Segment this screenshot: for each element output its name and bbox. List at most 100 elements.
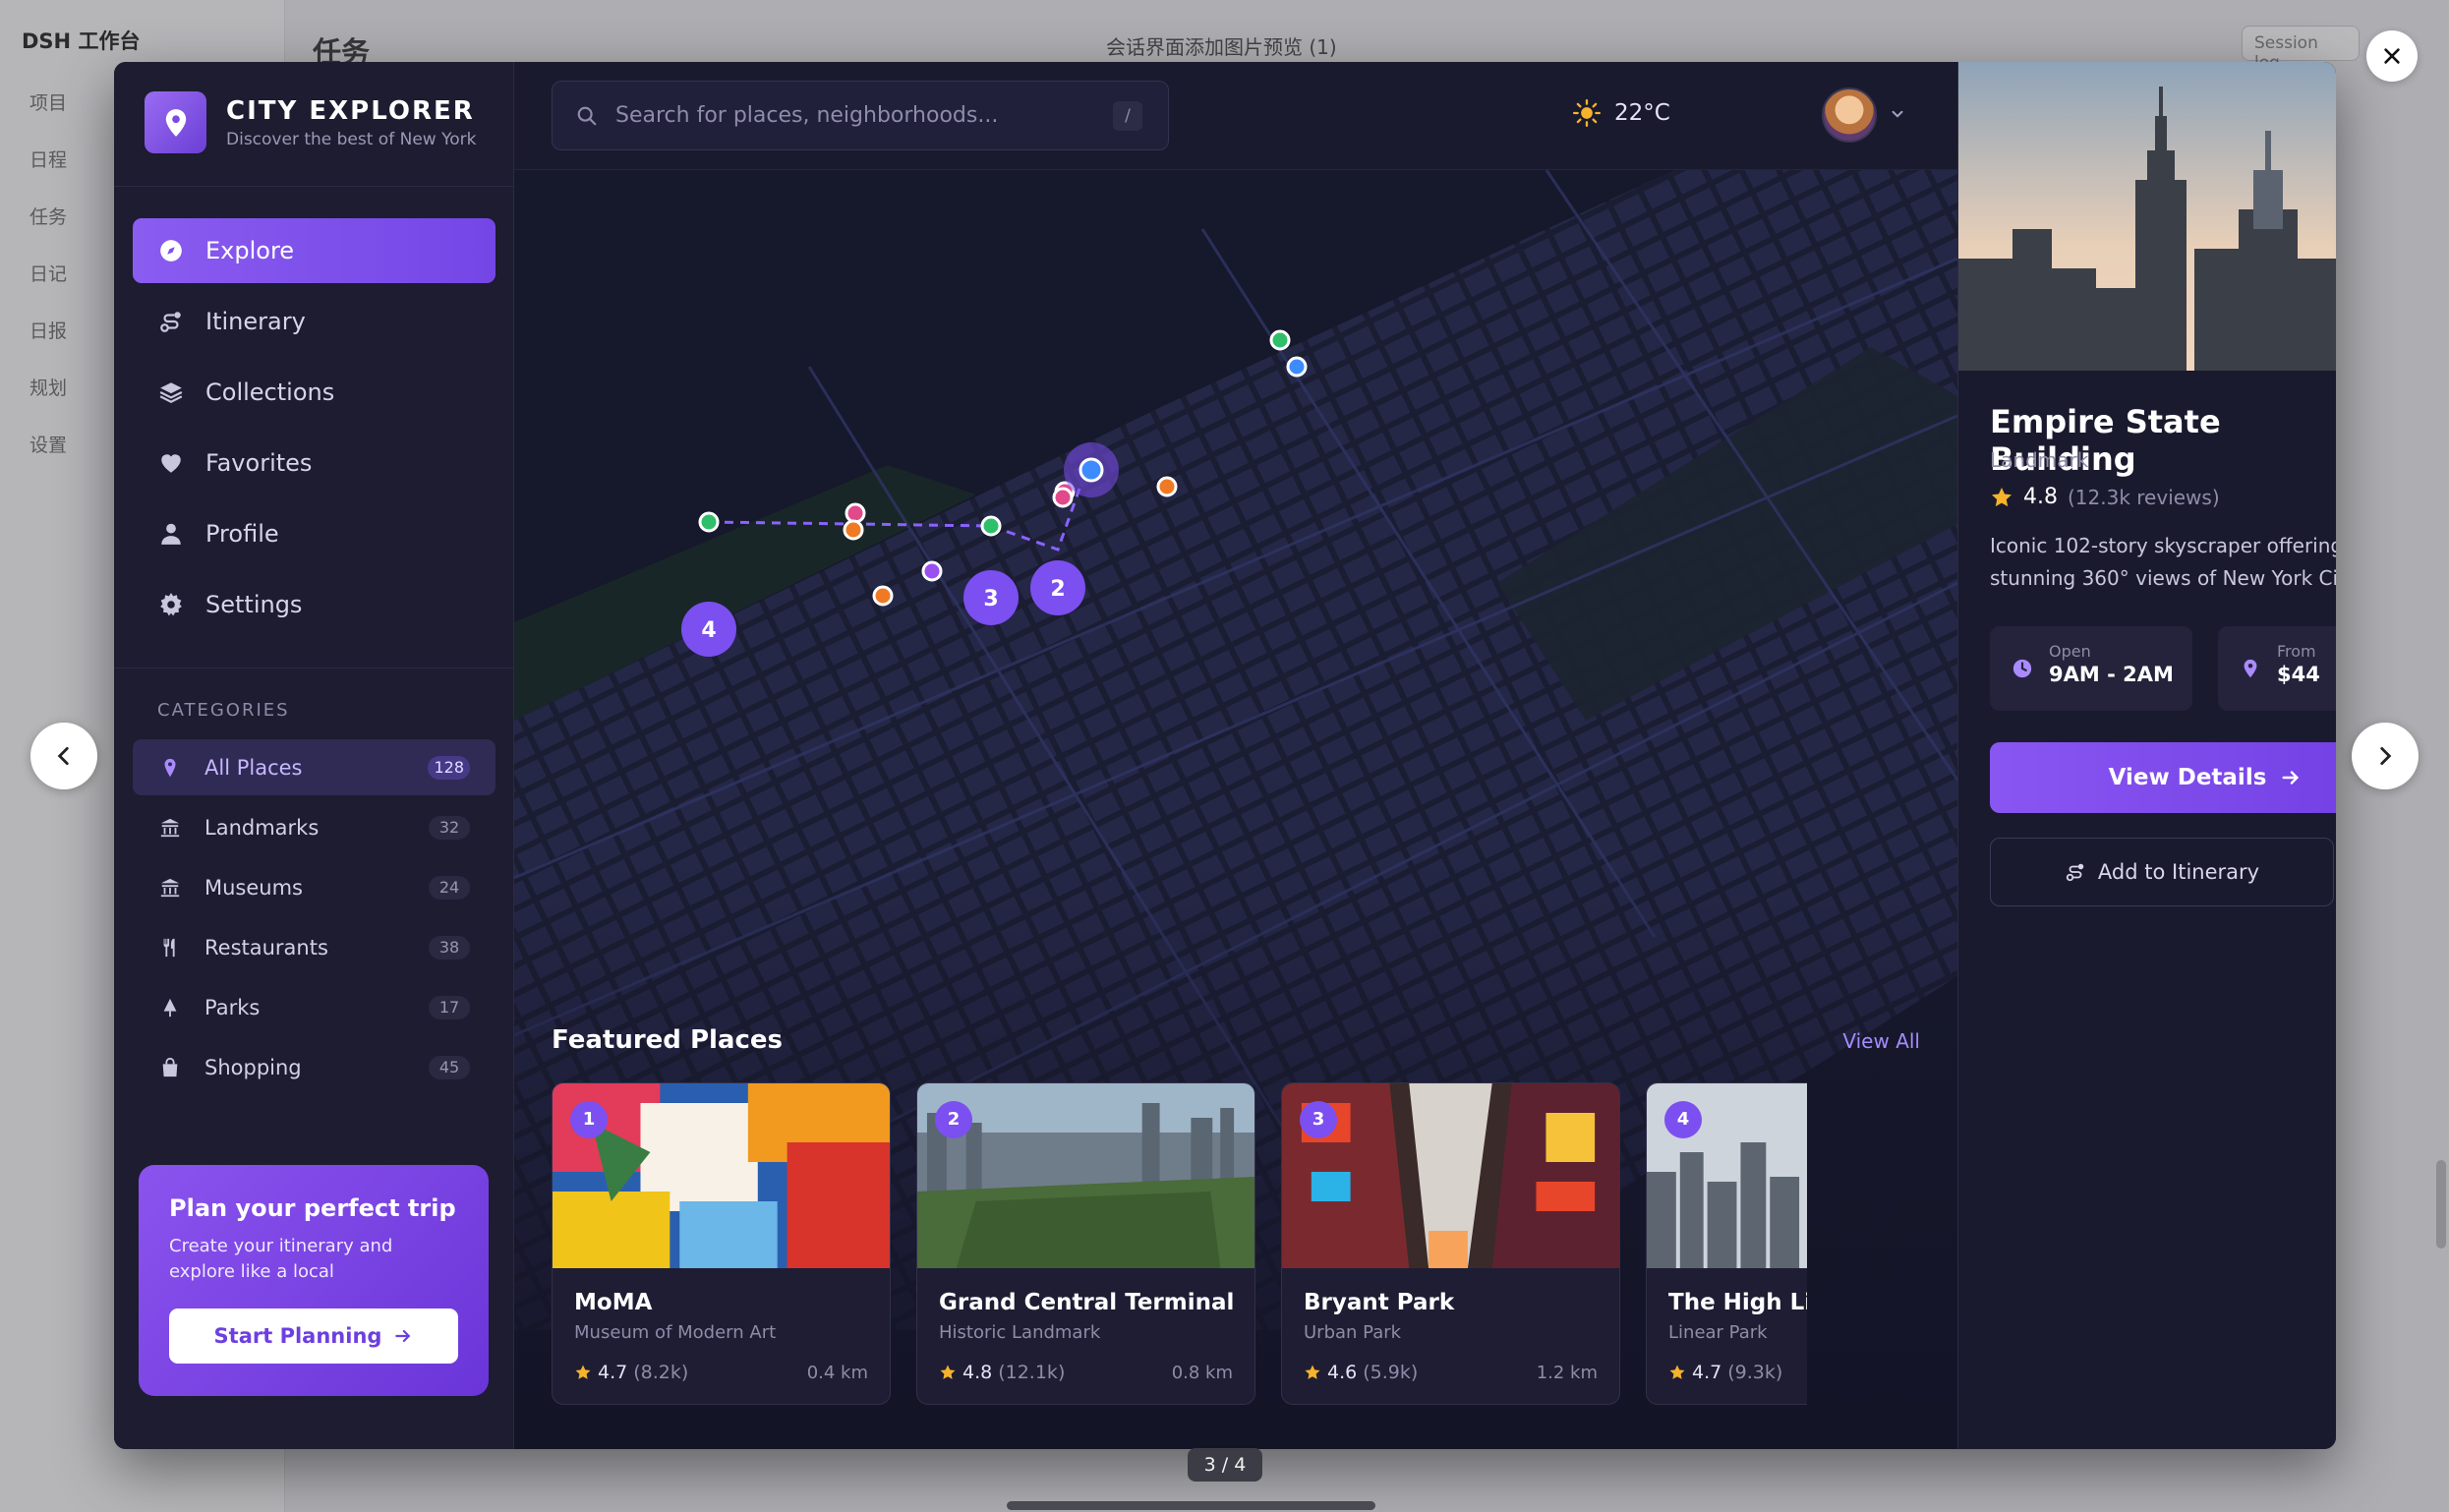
place-review-count: (12.3k reviews) [2068, 485, 2220, 509]
user-avatar[interactable] [1822, 87, 1877, 143]
selected-map-marker [1079, 457, 1104, 483]
search-icon [577, 106, 597, 125]
nav-item-label: Itinerary [205, 308, 306, 335]
card-rating: 4.6 (5.9k) [1304, 1362, 1418, 1383]
arrow-right-icon [395, 1329, 411, 1343]
close-icon [2384, 48, 2400, 64]
card-review-count: (9.3k) [1727, 1362, 1783, 1383]
nav-item-label: Favorites [205, 449, 313, 477]
horizontal-scrollbar[interactable] [1007, 1501, 1375, 1510]
gear-icon [160, 593, 182, 616]
sidebar-divider [114, 668, 514, 669]
featured-card[interactable]: 2 Grand Central Terminal Historic Landma… [916, 1082, 1255, 1405]
map-marker [1286, 356, 1308, 378]
category-item-shopping[interactable]: Shopping 45 [133, 1039, 496, 1095]
map-marker [872, 585, 894, 607]
search-input[interactable]: Search for places, neighborhoods... / [552, 81, 1169, 150]
star-icon [1305, 1365, 1320, 1379]
open-label: Open [2049, 642, 2091, 661]
nav-item-label: Settings [205, 591, 303, 618]
nav-item-explore[interactable]: Explore [133, 218, 496, 283]
place-description: Iconic 102-story skyscraper offering stu… [1990, 534, 2336, 590]
category-label: Parks [204, 995, 261, 1019]
place-category: Landmark [1990, 448, 2089, 472]
card-rank-badge: 2 [935, 1101, 972, 1138]
map-marker [980, 515, 1002, 537]
price-box: From $44 [2218, 626, 2336, 711]
map-marker [845, 502, 866, 524]
compass-icon [160, 240, 182, 262]
featured-card[interactable]: 1 MoMA Museum of Modern Art 4.7 (8.2k) 0… [552, 1082, 891, 1405]
sun-icon [1573, 99, 1601, 127]
opening-hours-box: Open 9AM - 2AM [1990, 626, 2192, 711]
open-hours: 9AM - 2AM [2049, 663, 2174, 686]
nav-item-itinerary[interactable]: Itinerary [133, 289, 496, 354]
main-nav: Explore Itinerary Collections Favorites … [133, 218, 496, 643]
next-button[interactable] [2352, 723, 2419, 789]
close-button[interactable] [2366, 30, 2418, 82]
view-details-button[interactable]: View Details [1990, 742, 2336, 813]
card-rating: 4.7 (9.3k) [1668, 1362, 1782, 1383]
category-count-badge: 45 [429, 1056, 470, 1079]
featured-cards: 1 MoMA Museum of Modern Art 4.7 (8.2k) 0… [552, 1082, 1807, 1407]
category-item-all-places[interactable]: All Places 128 [133, 739, 496, 795]
top-bar: Search for places, neighborhoods... / 22… [514, 62, 1957, 170]
nav-item-collections[interactable]: Collections [133, 360, 496, 425]
sidebar-divider [114, 186, 514, 187]
card-title: Bryant Park [1304, 1290, 1455, 1315]
map-marker [843, 519, 864, 541]
app-title: CITY EXPLORER [226, 95, 475, 126]
category-item-landmarks[interactable]: Landmarks 32 [133, 799, 496, 855]
card-rank-badge: 4 [1664, 1101, 1702, 1138]
card-rating-value: 4.8 [962, 1362, 993, 1383]
price-value: $44 [2277, 663, 2320, 686]
card-title: MoMA [574, 1290, 653, 1315]
price-label: From [2277, 642, 2316, 661]
star-icon [1669, 1365, 1685, 1379]
nav-item-favorites[interactable]: Favorites [133, 431, 496, 495]
view-all-link[interactable]: View All [1842, 1029, 1920, 1053]
add-to-itinerary-button[interactable]: Add to Itinerary [1990, 838, 2334, 906]
nav-item-settings[interactable]: Settings [133, 572, 496, 637]
pin-icon [2244, 659, 2257, 678]
map-cluster-count: 2 [1050, 577, 1065, 602]
featured-heading: Featured Places [552, 1025, 783, 1055]
categories-heading: CATEGORIES [157, 700, 290, 721]
card-title: Grand Central Terminal [939, 1290, 1235, 1315]
card-rank-badge: 3 [1300, 1101, 1337, 1138]
nav-item-profile[interactable]: Profile [133, 501, 496, 566]
category-label: Restaurants [204, 935, 328, 960]
card-subtitle: Linear Park [1668, 1322, 1768, 1343]
category-item-restaurants[interactable]: Restaurants 38 [133, 919, 496, 975]
route-icon [2066, 863, 2084, 882]
chevron-down-icon[interactable] [1889, 105, 1906, 123]
chevron-left-icon [57, 747, 69, 765]
sidebar: CITY EXPLORER Discover the best of New Y… [114, 62, 514, 1449]
previous-button[interactable] [30, 723, 97, 789]
place-detail-panel: Empire State Building Landmark 4.8 (12.3… [1957, 62, 2336, 1449]
star-icon [575, 1365, 591, 1379]
nav-item-label: Explore [205, 237, 295, 264]
place-rating: 4.8 (12.3k reviews) [1990, 485, 2220, 509]
brand: CITY EXPLORER Discover the best of New Y… [145, 91, 476, 153]
map-cluster-count: 4 [701, 618, 716, 643]
place-rating-value: 4.8 [2023, 485, 2058, 509]
card-title: The High Line [1668, 1290, 1807, 1315]
category-label: Shopping [204, 1055, 302, 1079]
bag-icon [162, 1057, 178, 1076]
category-list: All Places 128 Landmarks 32 Museums 24 R… [133, 739, 496, 1099]
category-item-parks[interactable]: Parks 17 [133, 979, 496, 1035]
temperature: 22°C [1614, 100, 1670, 126]
category-item-museums[interactable]: Museums 24 [133, 859, 496, 915]
start-planning-button[interactable]: Start Planning [169, 1308, 458, 1364]
heart-icon [161, 454, 181, 473]
featured-card[interactable]: 4 The High Line Linear Park 4.7 (9.3k) [1646, 1082, 1807, 1405]
map-marker [1052, 487, 1074, 508]
category-label: All Places [204, 755, 303, 780]
card-rating-value: 4.6 [1327, 1362, 1358, 1383]
card-review-count: (12.1k) [998, 1362, 1066, 1383]
category-count-badge: 128 [428, 756, 470, 780]
view-details-label: View Details [2108, 765, 2267, 790]
featured-card[interactable]: 3 Bryant Park Urban Park 4.6 (5.9k) 1.2 … [1281, 1082, 1620, 1405]
map-marker [921, 560, 943, 582]
